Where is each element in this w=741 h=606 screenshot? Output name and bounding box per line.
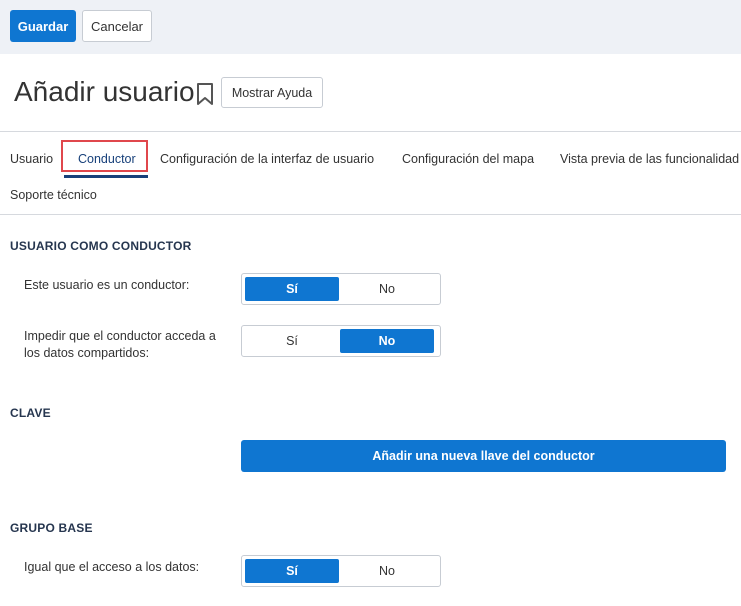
show-help-button[interactable]: Mostrar Ayuda <box>221 77 323 108</box>
block-shared-no-option[interactable]: No <box>340 329 434 353</box>
same-access-yes-option[interactable]: Sí <box>245 559 339 583</box>
is-driver-toggle: Sí No <box>241 273 441 305</box>
top-toolbar: Guardar Cancelar <box>0 0 741 54</box>
is-driver-no-option[interactable]: No <box>340 277 434 301</box>
tab-map-config[interactable]: Configuración del mapa <box>402 152 534 166</box>
is-driver-yes-option[interactable]: Sí <box>245 277 339 301</box>
same-access-toggle: Sí No <box>241 555 441 587</box>
tab-conductor[interactable]: Conductor <box>78 152 136 166</box>
cancel-button[interactable]: Cancelar <box>82 10 152 42</box>
block-shared-label-line2: los datos compartidos: <box>24 346 150 360</box>
tab-ui-config[interactable]: Configuración de la interfaz de usuario <box>160 152 374 166</box>
divider <box>0 214 741 215</box>
tab-usuario[interactable]: Usuario <box>10 152 53 166</box>
block-shared-toggle: Sí No <box>241 325 441 357</box>
page-title: Añadir usuario <box>14 76 195 107</box>
section-title-driver: USUARIO COMO CONDUCTOR <box>10 239 192 253</box>
divider <box>0 131 741 132</box>
block-shared-label-line1: Impedir que el conductor acceda a <box>24 329 216 343</box>
bookmark-icon[interactable] <box>195 82 215 106</box>
same-access-label: Igual que el acceso a los datos: <box>24 560 200 574</box>
tab-feature-preview[interactable]: Vista previa de las funcionalidad <box>560 152 739 166</box>
add-driver-key-button[interactable]: Añadir una nueva llave del conductor <box>241 440 726 472</box>
block-shared-label: Impedir que el conductor acceda a los da… <box>24 328 216 362</box>
is-driver-label: Este usuario es un conductor: <box>24 278 190 292</box>
block-shared-yes-option[interactable]: Sí <box>245 329 339 353</box>
save-button[interactable]: Guardar <box>10 10 76 42</box>
active-tab-indicator <box>64 175 148 178</box>
same-access-no-option[interactable]: No <box>340 559 434 583</box>
section-title-key: CLAVE <box>10 406 51 420</box>
section-title-group: GRUPO BASE <box>10 521 93 535</box>
tab-support[interactable]: Soporte técnico <box>10 188 97 202</box>
